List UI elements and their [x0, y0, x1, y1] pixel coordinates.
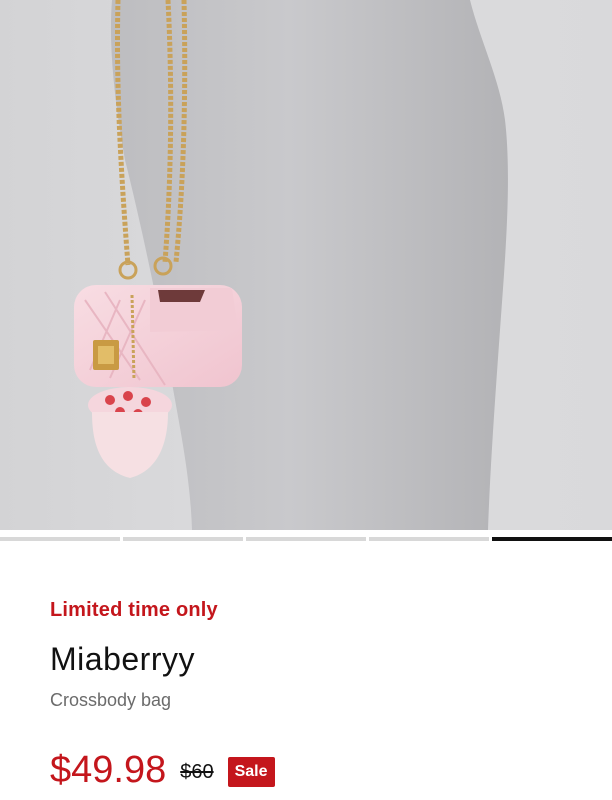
image-carousel-indicator[interactable]: [0, 537, 612, 541]
product-photo-illustration: [74, 0, 508, 530]
price-row: $49.98 $60 Sale: [50, 746, 275, 794]
carousel-dot-5-active[interactable]: [492, 537, 612, 541]
product-title: Miaberryy: [50, 641, 195, 677]
carousel-dot-1[interactable]: [0, 537, 120, 541]
original-price: $60: [180, 760, 214, 783]
promo-label: Limited time only: [50, 599, 218, 621]
sale-badge: Sale: [227, 757, 275, 787]
carousel-dot-4[interactable]: [369, 537, 489, 541]
product-category: Crossbody bag: [50, 690, 172, 710]
sale-price: $49.98: [50, 748, 167, 791]
product-image[interactable]: [0, 0, 612, 530]
carousel-dot-3[interactable]: [246, 537, 366, 541]
carousel-dot-2[interactable]: [123, 537, 243, 541]
